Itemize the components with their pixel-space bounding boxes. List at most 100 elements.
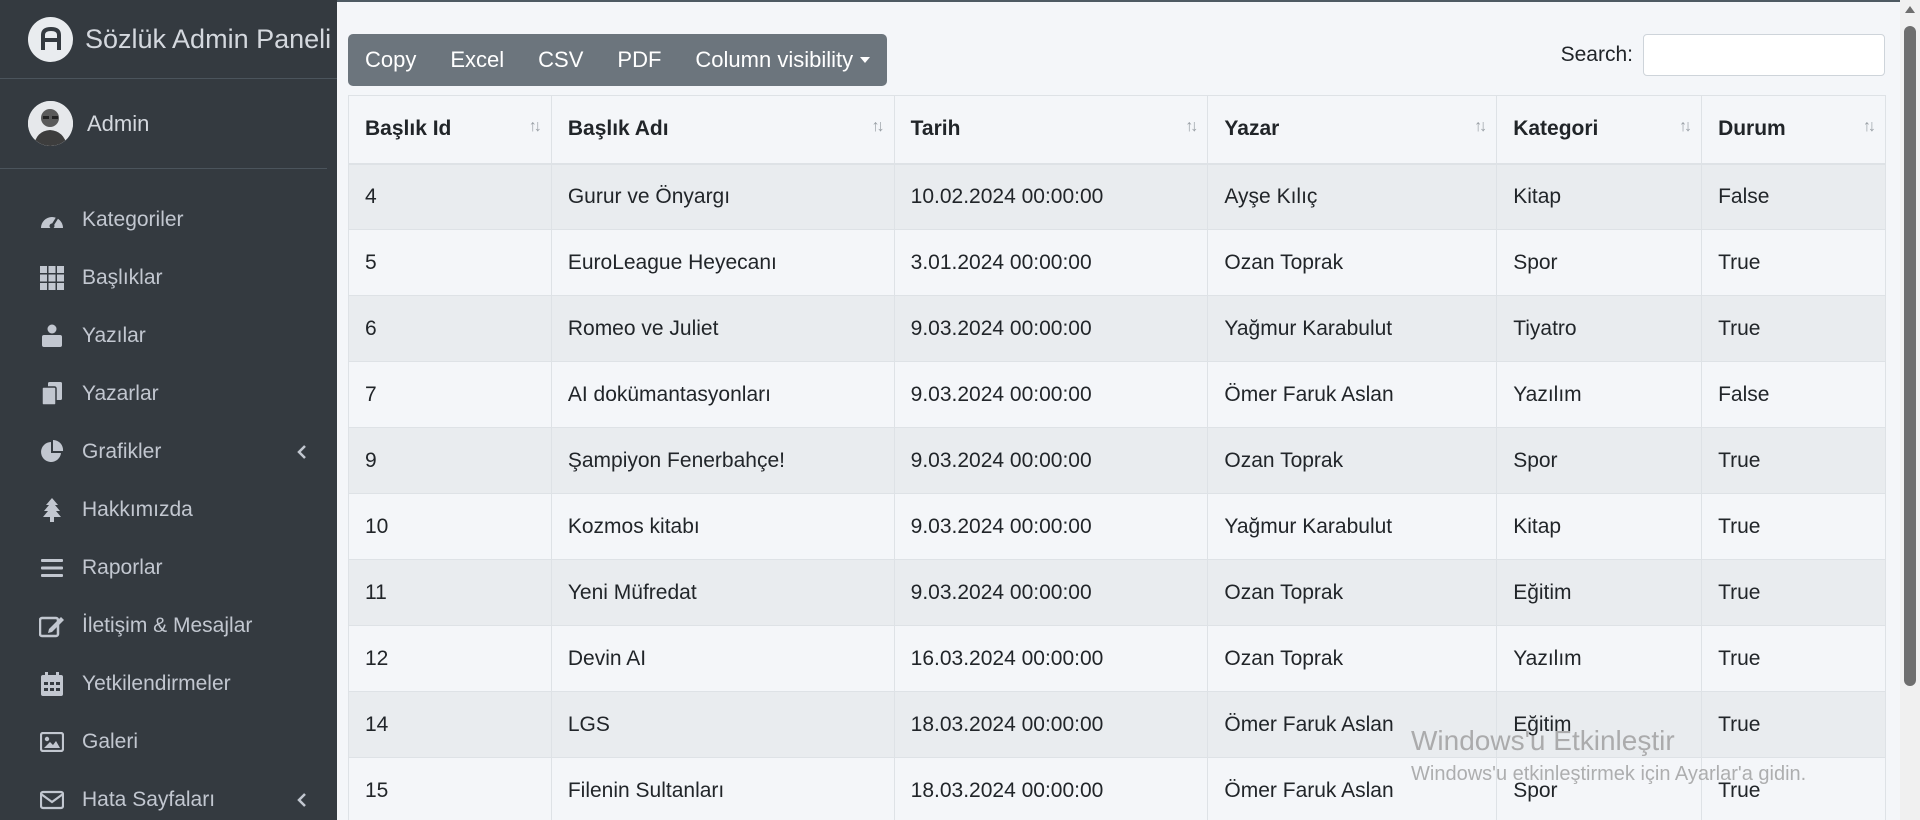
search-input[interactable] bbox=[1643, 34, 1885, 76]
sidebar-item-label: Yazarlar bbox=[82, 382, 159, 405]
sidebar-item-label: Galeri bbox=[82, 730, 139, 753]
cell-title: Devin AI bbox=[550, 625, 895, 692]
column-header-label: Yazar bbox=[1224, 117, 1280, 141]
pdf-button[interactable]: PDF bbox=[600, 34, 678, 86]
cell-title: Yeni Müfredat bbox=[550, 559, 895, 626]
column-header-label: Başlık Adı bbox=[567, 117, 669, 141]
scroll-up-arrow-icon[interactable] bbox=[1905, 6, 1915, 13]
sort-icon: ↑↓ bbox=[1474, 118, 1487, 135]
sidebar-item-iletisim[interactable]: İletişim & Mesajlar bbox=[0, 597, 337, 655]
cell-status: True bbox=[1701, 757, 1886, 820]
cell-date: 3.01.2024 00:00:00 bbox=[893, 229, 1209, 296]
cell-date: 9.03.2024 00:00:00 bbox=[893, 295, 1209, 362]
sidebar-item-label: Kategoriler bbox=[82, 208, 184, 231]
column-header-baslik-adi[interactable]: Başlık Adı ↑↓ bbox=[550, 95, 895, 165]
cell-title: Romeo ve Juliet bbox=[550, 295, 895, 362]
cell-author: Ozan Toprak bbox=[1207, 625, 1498, 692]
cell-date: 9.03.2024 00:00:00 bbox=[893, 361, 1209, 428]
sidebar-item-label: Hakkımızda bbox=[82, 498, 193, 521]
grid-icon bbox=[38, 264, 66, 292]
sidebar-nav: Kategoriler Başlıklar Yazılar Yazarlar G… bbox=[0, 169, 337, 820]
cell-status: False bbox=[1701, 361, 1886, 428]
csv-button[interactable]: CSV bbox=[521, 34, 600, 86]
cell-author: Ayşe Kılıç bbox=[1207, 163, 1498, 230]
table-row: 5 EuroLeague Heyecanı 3.01.2024 00:00:00… bbox=[348, 229, 1886, 296]
column-header-kategori[interactable]: Kategori ↑↓ bbox=[1496, 95, 1703, 165]
cell-author: Yağmur Karabulut bbox=[1207, 295, 1498, 362]
user-panel[interactable]: Admin bbox=[0, 79, 327, 169]
user-name: Admin bbox=[87, 110, 150, 136]
table-row: 6 Romeo ve Juliet 9.03.2024 00:00:00 Yağ… bbox=[348, 295, 1886, 362]
cell-id: 7 bbox=[348, 361, 552, 428]
sidebar-item-label: Yazılar bbox=[82, 324, 146, 347]
envelope-icon bbox=[38, 786, 66, 814]
cell-status: False bbox=[1701, 163, 1886, 230]
sidebar-item-kategoriler[interactable]: Kategoriler bbox=[0, 191, 337, 249]
sidebar-item-galeri[interactable]: Galeri bbox=[0, 713, 337, 771]
cell-title: EuroLeague Heyecanı bbox=[550, 229, 895, 296]
cell-id: 9 bbox=[348, 427, 552, 494]
cell-status: True bbox=[1701, 229, 1886, 296]
cell-category: Eğitim bbox=[1496, 559, 1703, 626]
table-row: 11 Yeni Müfredat 9.03.2024 00:00:00 Ozan… bbox=[348, 559, 1886, 626]
brand-link[interactable]: Sözlük Admin Paneli bbox=[0, 0, 337, 79]
table-row: 9 Şampiyon Fenerbahçe! 9.03.2024 00:00:0… bbox=[348, 427, 1886, 494]
cell-category: Kitap bbox=[1496, 163, 1703, 230]
sidebar-item-basliklar[interactable]: Başlıklar bbox=[0, 249, 337, 307]
chevron-left-icon bbox=[291, 793, 307, 807]
cell-id: 5 bbox=[348, 229, 552, 296]
cell-category: Eğitim bbox=[1496, 691, 1703, 758]
copy-button[interactable]: Copy bbox=[348, 34, 433, 86]
cell-author: Ozan Toprak bbox=[1207, 559, 1498, 626]
vertical-scrollbar[interactable] bbox=[1900, 0, 1920, 820]
tachometer-icon bbox=[38, 206, 66, 234]
table-row: 7 AI dokümantasyonları 9.03.2024 00:00:0… bbox=[348, 361, 1886, 428]
sidebar-item-yazarlar[interactable]: Yazarlar bbox=[0, 365, 337, 423]
cell-title: Kozmos kitabı bbox=[550, 493, 895, 560]
cell-status: True bbox=[1701, 625, 1886, 692]
sort-icon: ↑↓ bbox=[1679, 118, 1692, 135]
sidebar-item-raporlar[interactable]: Raporlar bbox=[0, 539, 337, 597]
cell-author: Ömer Faruk Aslan bbox=[1207, 757, 1498, 820]
cell-category: Kitap bbox=[1496, 493, 1703, 560]
brand-title: Sözlük Admin Paneli bbox=[85, 23, 332, 54]
column-header-baslik-id[interactable]: Başlık Id ↑↓ bbox=[348, 95, 552, 165]
sort-icon: ↑↓ bbox=[1863, 118, 1876, 135]
cell-category: Yazılım bbox=[1496, 625, 1703, 692]
table-row: 15 Filenin Sultanları 18.03.2024 00:00:0… bbox=[348, 757, 1886, 820]
sidebar-item-label: Raporlar bbox=[82, 556, 163, 579]
scrollbar-thumb[interactable] bbox=[1904, 26, 1916, 686]
sidebar-item-hata-sayfalari[interactable]: Hata Sayfaları bbox=[0, 771, 337, 820]
cell-date: 18.03.2024 00:00:00 bbox=[893, 691, 1209, 758]
cell-id: 14 bbox=[348, 691, 552, 758]
bars-icon bbox=[38, 554, 66, 582]
cell-title: AI dokümantasyonları bbox=[550, 361, 895, 428]
column-visibility-label: Column visibility bbox=[695, 47, 854, 72]
cell-status: True bbox=[1701, 691, 1886, 758]
excel-button[interactable]: Excel bbox=[433, 34, 521, 86]
cell-author: Ömer Faruk Aslan bbox=[1207, 691, 1498, 758]
search-box: Search: bbox=[1561, 34, 1885, 76]
column-header-durum[interactable]: Durum ↑↓ bbox=[1701, 95, 1886, 165]
cell-title: Filenin Sultanları bbox=[550, 757, 895, 820]
sidebar-item-hakkimizda[interactable]: Hakkımızda bbox=[0, 481, 337, 539]
cell-author: Yağmur Karabulut bbox=[1207, 493, 1498, 560]
column-header-label: Durum bbox=[1718, 117, 1786, 141]
sidebar-item-label: Grafikler bbox=[82, 440, 162, 463]
sort-icon: ↑↓ bbox=[871, 118, 885, 135]
column-header-yazar[interactable]: Yazar ↑↓ bbox=[1207, 95, 1498, 165]
sidebar-item-yazilar[interactable]: Yazılar bbox=[0, 307, 337, 365]
cell-title: Gurur ve Önyargı bbox=[550, 163, 895, 230]
sort-icon: ↑↓ bbox=[528, 118, 542, 135]
column-header-tarih[interactable]: Tarih ↑↓ bbox=[893, 95, 1209, 165]
column-visibility-button[interactable]: Column visibility bbox=[678, 34, 887, 86]
image-icon bbox=[38, 728, 66, 756]
sidebar-item-grafikler[interactable]: Grafikler bbox=[0, 423, 337, 481]
chevron-left-icon bbox=[291, 445, 307, 459]
cell-title: Şampiyon Fenerbahçe! bbox=[550, 427, 895, 494]
cell-author: Ozan Toprak bbox=[1207, 229, 1498, 296]
cell-category: Spor bbox=[1496, 229, 1703, 296]
cell-id: 15 bbox=[348, 757, 552, 820]
sidebar-item-yetkilendirmeler[interactable]: Yetkilendirmeler bbox=[0, 655, 337, 713]
table-row: 12 Devin AI 16.03.2024 00:00:00 Ozan Top… bbox=[348, 625, 1886, 692]
